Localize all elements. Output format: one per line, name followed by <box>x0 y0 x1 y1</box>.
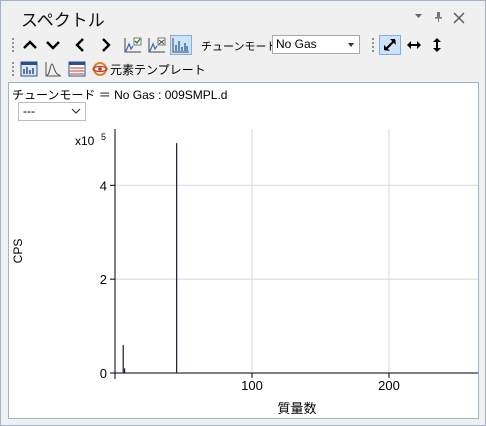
toolbar-grip[interactable] <box>371 37 375 53</box>
main-toolbar: チューンモード: No Gas <box>9 33 483 57</box>
peak-profile-icon <box>45 62 61 77</box>
y-multiplier-exponent: 5 <box>101 132 106 142</box>
y-tick-label: 4 <box>100 178 107 193</box>
x-tick-label: 200 <box>378 378 400 393</box>
chart-grid <box>115 129 478 373</box>
previous-icon <box>75 38 84 52</box>
table-view-icon <box>68 61 86 77</box>
zoom-vertical-button[interactable] <box>426 35 448 55</box>
toolbar-grip[interactable] <box>11 61 15 77</box>
secondary-toolbar: 元素テンプレート <box>9 57 483 81</box>
title-bar: スペクトル <box>1 1 485 33</box>
element-template-button[interactable]: 元素テンプレート <box>92 59 206 79</box>
next-button[interactable] <box>95 35 117 55</box>
scroll-down-button[interactable] <box>42 35 64 55</box>
spectrum-window: スペクトル チューンモード: No Gas 元素テンプレート チューンモード ＝… <box>0 0 486 426</box>
zoom-horizontal-button[interactable] <box>403 35 425 55</box>
chevron-down-icon <box>348 43 354 47</box>
chart-peaks <box>122 143 178 373</box>
y-tick-label: 0 <box>100 366 107 381</box>
tune-mode-label: チューンモード: <box>201 40 282 53</box>
next-icon <box>102 38 111 52</box>
close-icon[interactable] <box>453 12 465 26</box>
zoom-horizontal-icon <box>407 41 421 49</box>
spectrum-bars-button[interactable] <box>170 35 192 55</box>
y-axis-label: CPS <box>11 239 25 264</box>
bar-chart-icon <box>20 61 38 77</box>
spectrum-chart[interactable]: 100 200 0 2 4 CPS 質量数 x10 5 <box>9 83 478 418</box>
table-view-button[interactable] <box>66 59 88 79</box>
x-tick-label: 100 <box>241 378 263 393</box>
zoom-both-icon <box>384 39 396 51</box>
spectrum-check-alt-button[interactable] <box>146 35 168 55</box>
spectrum-bars-icon <box>172 38 189 53</box>
scroll-up-button[interactable] <box>19 35 41 55</box>
tune-mode-value: No Gas <box>276 37 317 51</box>
window-title: スペクトル <box>21 11 105 31</box>
toolbar-grip[interactable] <box>11 37 15 53</box>
scroll-up-icon <box>23 40 37 49</box>
window-menu-icon[interactable] <box>414 12 423 24</box>
scroll-down-icon <box>46 41 60 50</box>
chart-ticks: 100 200 0 2 4 <box>100 178 400 393</box>
element-template-label: 元素テンプレート <box>110 62 206 77</box>
bar-chart-button[interactable] <box>18 59 40 79</box>
element-template-icon <box>92 62 108 76</box>
chart-axes <box>114 129 478 379</box>
peak-profile-button[interactable] <box>42 59 64 79</box>
tune-mode-select[interactable]: No Gas <box>272 35 360 54</box>
spectrum-check-alt-icon <box>148 37 166 53</box>
spectrum-panel: チューンモード ＝ No Gas : 009SMPL.d --- 100 200 0… <box>8 82 479 419</box>
y-multiplier-label: x10 <box>75 134 95 148</box>
y-tick-label: 2 <box>100 272 107 287</box>
zoom-vertical-icon <box>433 38 441 52</box>
spectrum-check-icon <box>124 37 142 53</box>
spectrum-check-button[interactable] <box>122 35 144 55</box>
zoom-both-button[interactable] <box>379 35 401 55</box>
pin-icon[interactable] <box>434 12 443 25</box>
previous-button[interactable] <box>69 35 91 55</box>
x-axis-label: 質量数 <box>277 401 316 416</box>
